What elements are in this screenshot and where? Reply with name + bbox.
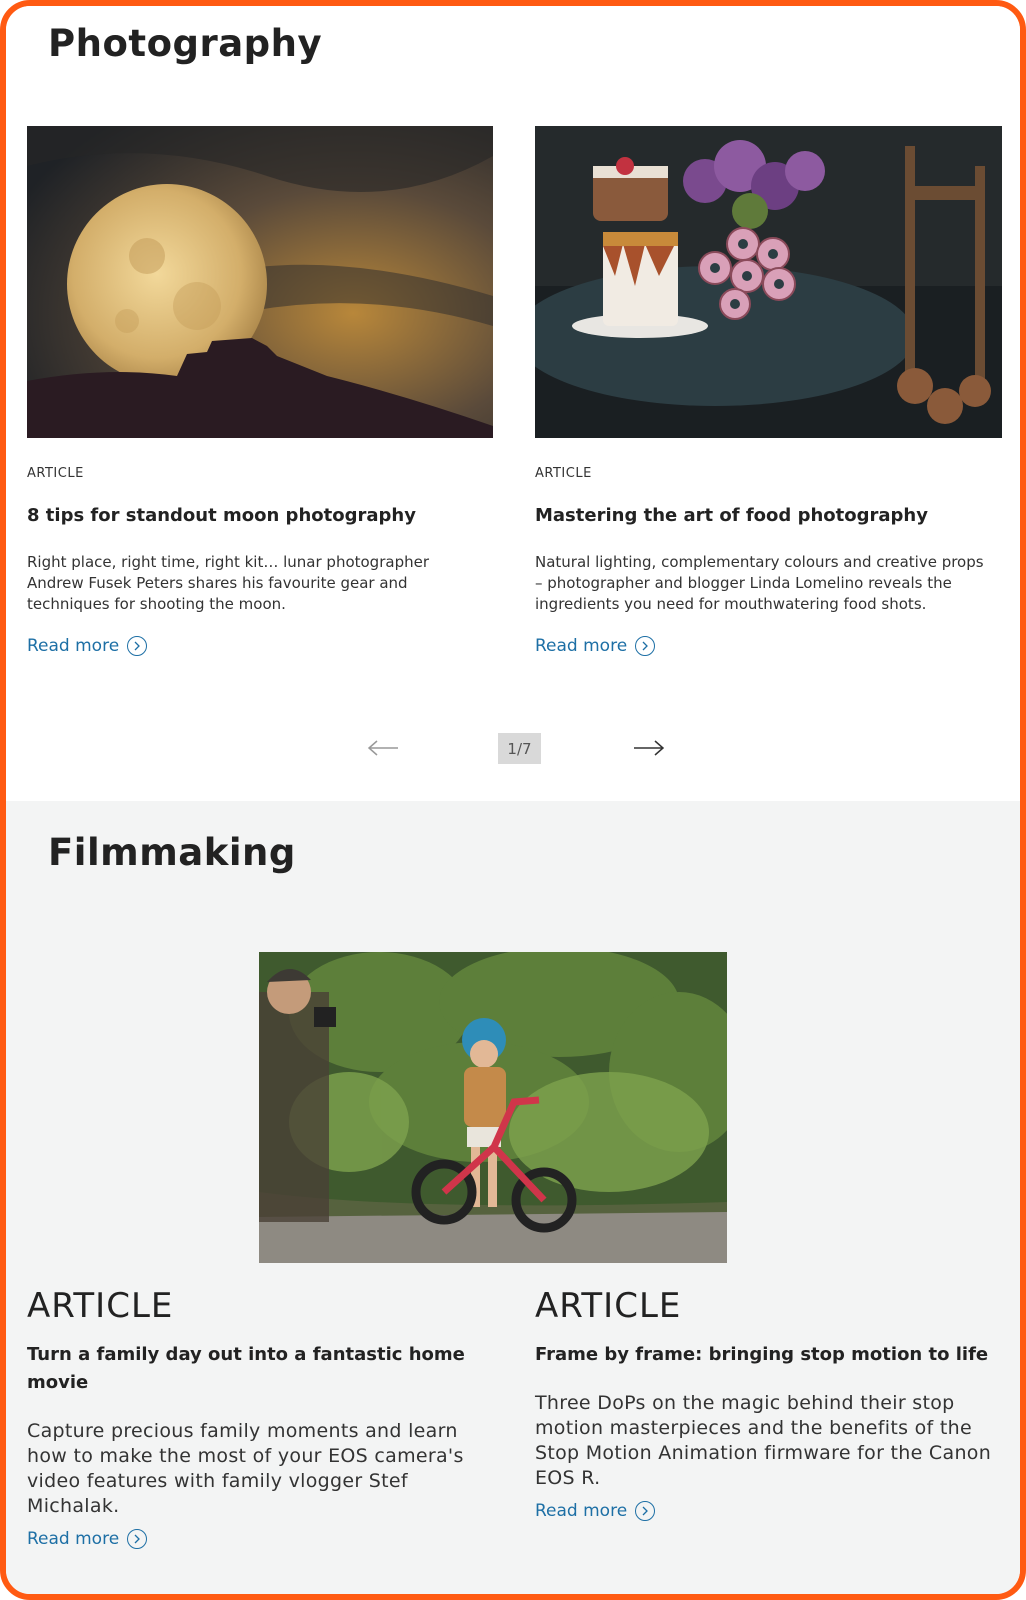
article-description: Capture precious family moments and lear… (27, 1420, 464, 1517)
article-kicker: ARTICLE (27, 466, 84, 481)
article-title[interactable]: Turn a family day out into a fantastic h… (27, 1341, 477, 1397)
section-title: Filmmaking (48, 831, 296, 874)
chevron-right-icon (127, 636, 148, 656)
section-title: Photography (48, 22, 323, 65)
read-more-link[interactable]: Read more (535, 1501, 656, 1521)
filmmaking-section: Filmmaking ARTICLE Turn a family day out… (6, 801, 1020, 1594)
read-more-label: Read more (535, 1501, 628, 1521)
chevron-right-icon (635, 636, 656, 656)
article-kicker: ARTICLE (535, 466, 592, 481)
arrow-left-icon[interactable] (366, 738, 400, 758)
arrow-right-icon[interactable] (632, 738, 666, 758)
chevron-right-icon (635, 1501, 656, 1521)
moon-photo[interactable] (27, 126, 493, 438)
article-title[interactable]: Frame by frame: bringing stop motion to … (535, 1341, 1005, 1369)
read-more-label: Read more (535, 636, 628, 656)
article-description: Right place, right time, right kit… luna… (27, 553, 429, 613)
read-more-link[interactable]: Read more (27, 1529, 148, 1549)
photography-section: Photography ARTICLE 8 tips for standout … (6, 6, 1020, 806)
article-title[interactable]: Mastering the art of food photography (535, 502, 1005, 530)
device-frame: Photography ARTICLE 8 tips for standout … (0, 0, 1026, 1600)
read-more-label: Read more (27, 636, 120, 656)
article-description: Natural lighting, complementary colours … (535, 553, 984, 613)
article-kicker: ARTICLE (535, 1286, 682, 1326)
pager-count: 1/7 (498, 733, 541, 764)
article-title[interactable]: 8 tips for standout moon photography (27, 502, 497, 530)
food-photo[interactable] (535, 126, 1002, 438)
read-more-link[interactable]: Read more (27, 636, 148, 656)
family-bike-photo[interactable] (259, 952, 727, 1263)
read-more-label: Read more (27, 1529, 120, 1549)
article-kicker: ARTICLE (27, 1286, 174, 1326)
article-description: Three DoPs on the magic behind their sto… (535, 1392, 992, 1489)
read-more-link[interactable]: Read more (535, 636, 656, 656)
chevron-right-icon (127, 1529, 148, 1549)
